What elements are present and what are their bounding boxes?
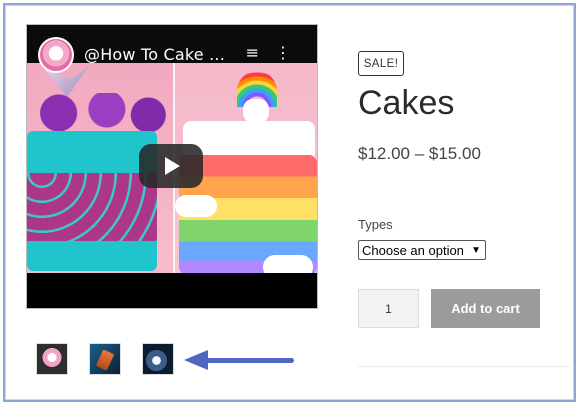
thumbnail-landscape[interactable] (142, 343, 174, 375)
annotation-arrow (204, 358, 294, 363)
divider-line (358, 366, 570, 367)
types-label: Types (358, 217, 393, 232)
product-title: Cakes (358, 84, 455, 122)
cloud-decoration (175, 195, 217, 217)
more-vert-icon[interactable]: ⋮ (275, 43, 291, 62)
quantity-input[interactable]: 1 (358, 289, 419, 328)
product-video[interactable]: @How To Cake ... ≡ ⋮ (26, 24, 318, 309)
video-title[interactable]: @How To Cake ... (84, 45, 225, 64)
chevron-down-icon: ▼ (471, 245, 481, 256)
types-select[interactable]: Choose an option ▼ (358, 240, 486, 260)
cake-frosting-top (31, 93, 169, 133)
thumbnail-sunset[interactable] (89, 343, 121, 375)
video-footer (27, 273, 317, 308)
add-to-cart-button[interactable]: Add to cart (431, 289, 540, 328)
pink-scale-pattern (27, 173, 157, 241)
types-select-value: Choose an option (362, 242, 464, 258)
sale-badge: SALE! (358, 51, 404, 76)
cloud-decoration (263, 255, 313, 273)
play-button[interactable] (139, 144, 203, 188)
thumbnail-cake[interactable] (36, 343, 68, 375)
playlist-icon[interactable]: ≡ (246, 43, 259, 62)
unicorn-topper (243, 99, 269, 123)
video-header-icons: ≡ ⋮ (230, 43, 291, 62)
channel-avatar[interactable] (38, 37, 74, 73)
price-range: $12.00 – $15.00 (358, 144, 481, 163)
